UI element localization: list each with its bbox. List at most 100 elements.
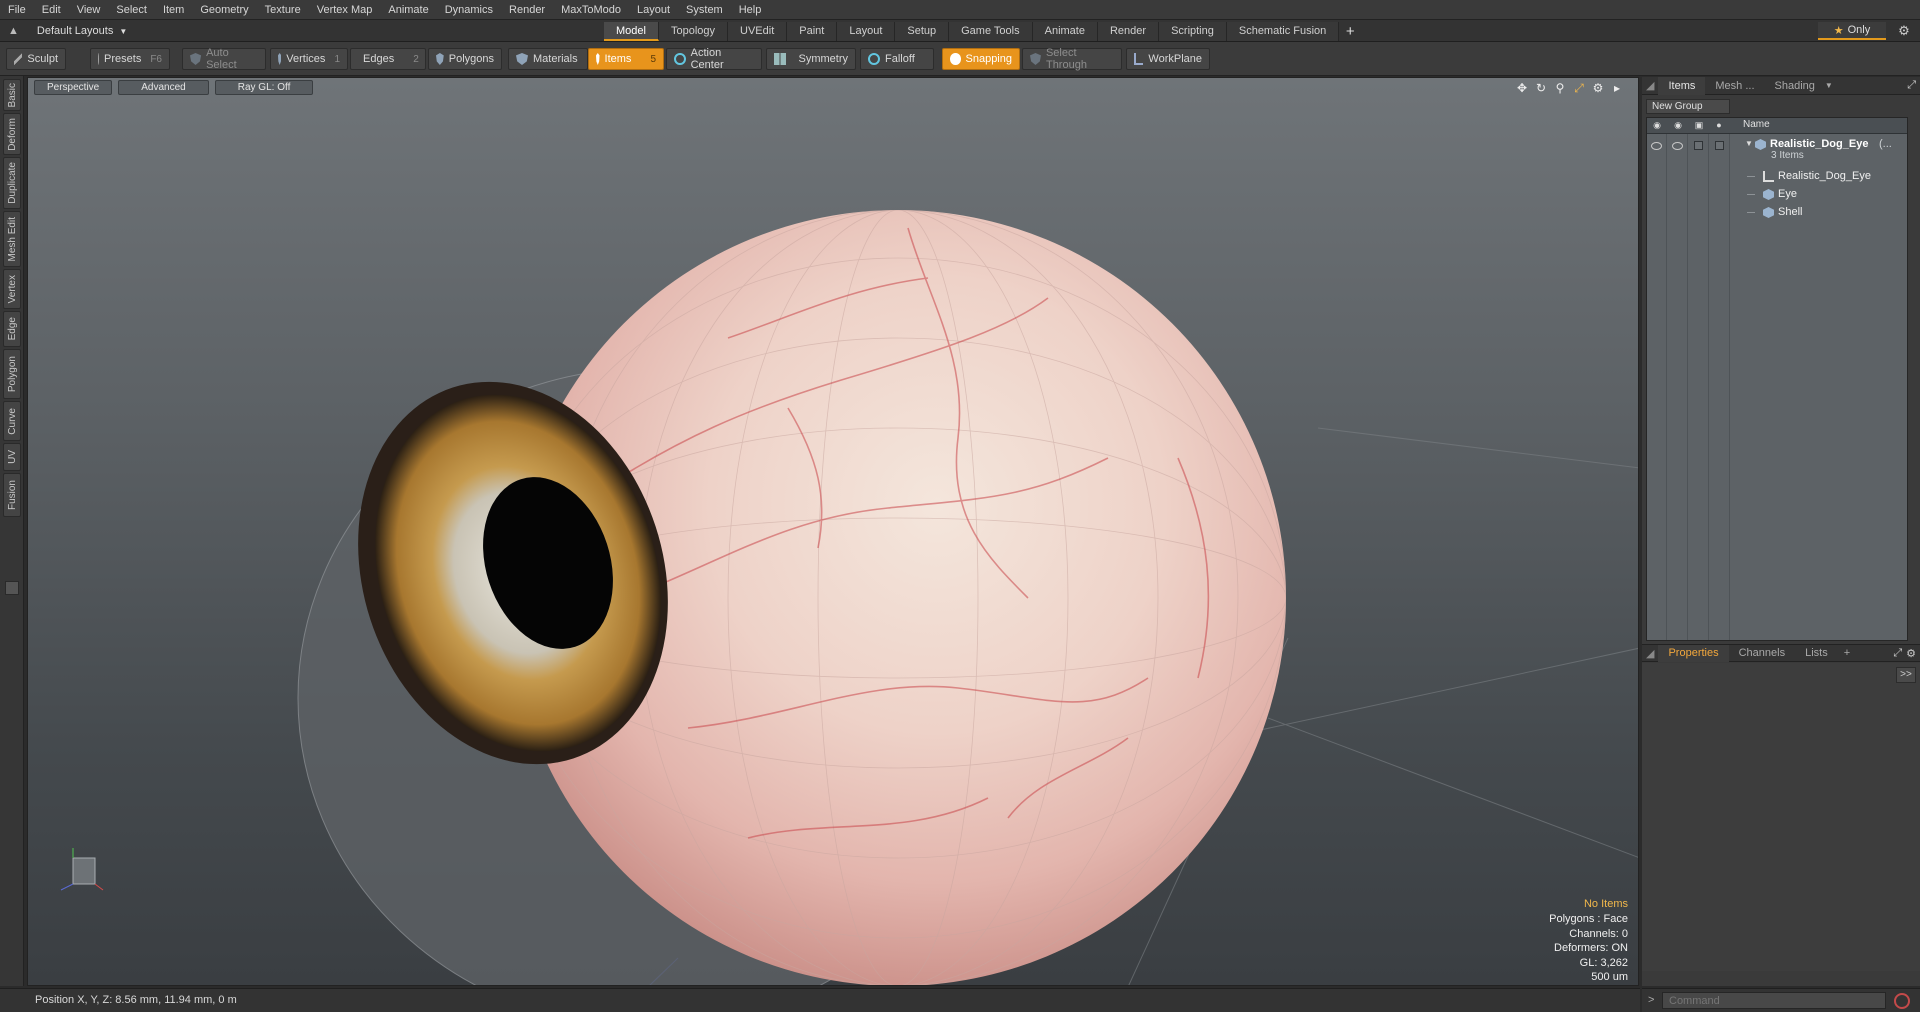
tab-lists[interactable]: Lists [1795,645,1838,662]
tab-uvedit[interactable]: UVEdit [728,22,788,41]
lock-checkbox[interactable] [1694,141,1703,150]
move-view-icon[interactable]: ✥ [1515,81,1529,95]
tab-paint[interactable]: Paint [787,22,838,41]
select-checkbox[interactable] [1715,141,1724,150]
view-mode-button[interactable]: Perspective [34,80,113,95]
visibility-column-icon[interactable]: ◉ [1651,120,1663,131]
select-through-button[interactable]: Select Through [1022,47,1122,71]
left-tab-mesh-edit[interactable]: Mesh Edit [3,211,21,267]
left-tab-duplicate[interactable]: Duplicate [3,157,21,209]
tab-game-tools[interactable]: Game Tools [949,22,1033,41]
presets-button[interactable]: Presets F6 [90,48,170,70]
auto-select-icon [190,53,202,65]
menu-edit[interactable]: Edit [34,0,69,20]
menu-render[interactable]: Render [501,0,553,20]
collapse-icon[interactable]: ◢ [1642,79,1658,92]
raygl-button[interactable]: Ray GL: Off [214,80,314,95]
record-macro-icon[interactable] [1894,993,1910,1009]
polygons-button[interactable]: Polygons [428,48,502,70]
left-tab-deform[interactable]: Deform [3,113,21,155]
tab-shading[interactable]: Shading [1765,77,1825,95]
menu-animate[interactable]: Animate [380,0,436,20]
symmetry-button[interactable]: Symmetry [766,48,856,70]
left-tab-edge[interactable]: Edge [3,311,21,347]
lock-column-icon[interactable]: ▣ [1693,120,1705,131]
fit-view-icon[interactable]: ⤢ [1572,81,1586,95]
item-row-group[interactable]: ▼ Realistic_Dog_Eye (... 3 Items [1647,136,1907,166]
snapping-button[interactable]: Snapping [942,48,1020,70]
expand-panel-icon[interactable]: ⤢ [1907,79,1920,92]
menu-file[interactable]: File [0,0,34,20]
tab-items[interactable]: Items [1658,76,1706,95]
items-button[interactable]: Items 5 [588,48,664,70]
menu-system[interactable]: System [678,0,731,20]
menu-view[interactable]: View [69,0,109,20]
tab-channels[interactable]: Channels [1729,645,1795,662]
left-tab-uv[interactable]: UV [3,443,21,471]
tab-topology[interactable]: Topology [658,22,729,41]
item-list-scrollbar[interactable] [1910,117,1918,641]
menu-select[interactable]: Select [108,0,155,20]
render-column-icon[interactable]: ◉ [1672,120,1684,131]
layout-dropdown[interactable]: ▲ Default Layouts ▼ [8,22,127,40]
menu-vertex-map[interactable]: Vertex Map [309,0,381,20]
menu-dynamics[interactable]: Dynamics [437,0,501,20]
viewport-settings-icon[interactable]: ⚙ [1591,81,1605,95]
collapse-icon[interactable]: ◢ [1642,647,1658,660]
add-tab-button[interactable]: + [1838,647,1856,659]
expand-properties-button[interactable]: >> [1896,667,1916,683]
auto-select-button[interactable]: Auto Select [182,47,266,71]
menu-item[interactable]: Item [155,0,192,20]
tab-mesh[interactable]: Mesh ... [1705,77,1764,95]
tab-animate[interactable]: Animate [1032,22,1098,41]
left-tab-vertex[interactable]: Vertex [3,269,21,309]
select-column-icon[interactable]: ● [1713,120,1725,131]
viewport-menu-icon[interactable]: ▸ [1610,81,1624,95]
gear-icon[interactable]: ⚙ [1902,647,1920,660]
new-group-button[interactable]: New Group [1646,99,1730,114]
tab-render[interactable]: Render [1097,22,1160,41]
gear-icon[interactable]: ⚙ [1894,22,1914,40]
collapse-icon[interactable]: ▲ [8,25,19,37]
command-input[interactable] [1662,992,1886,1009]
shading-mode-button[interactable]: Advanced [118,80,209,95]
add-tab-button[interactable]: + [1339,22,1361,41]
panel-toggle-button[interactable] [5,581,19,595]
item-row-locator[interactable]: Realistic_Dog_Eye [1647,168,1907,185]
workplane-button[interactable]: WorkPlane [1126,48,1210,70]
vertices-button[interactable]: Vertices 1 [270,48,348,70]
tab-properties[interactable]: Properties [1658,644,1729,662]
name-column-header[interactable]: Name [1743,119,1770,130]
tab-model[interactable]: Model [604,22,659,41]
edges-button[interactable]: Edges 2 [350,48,426,70]
item-row-shell[interactable]: Shell [1647,204,1907,221]
sculpt-button[interactable]: Sculpt [6,48,66,70]
expand-arrow-icon[interactable]: ▼ [1745,139,1753,148]
menu-maxtomodo[interactable]: MaxToModo [553,0,629,20]
menu-layout[interactable]: Layout [629,0,678,20]
only-toggle[interactable]: ★ Only [1818,22,1886,40]
falloff-button[interactable]: Falloff [860,48,934,70]
left-tab-fusion[interactable]: Fusion [3,473,21,517]
render-eye-icon[interactable] [1672,142,1683,150]
materials-button[interactable]: Materials [508,48,588,70]
menu-geometry[interactable]: Geometry [192,0,256,20]
menu-help[interactable]: Help [731,0,770,20]
chevron-down-icon[interactable]: ▼ [1825,81,1833,90]
3d-viewport[interactable]: Perspective Advanced Ray GL: Off ✥ ↻ ⚲ ⤢… [27,77,1639,986]
tab-schematic-fusion[interactable]: Schematic Fusion [1226,22,1340,41]
menu-texture[interactable]: Texture [257,0,309,20]
tab-setup[interactable]: Setup [895,22,950,41]
left-tab-basic[interactable]: Basic [3,79,21,111]
tab-layout[interactable]: Layout [837,22,896,41]
mesh-eye-name: Eye [1778,188,1797,200]
rotate-view-icon[interactable]: ↻ [1534,81,1548,95]
tab-scripting[interactable]: Scripting [1159,22,1227,41]
expand-panel-icon[interactable]: ⤢ [1893,647,1902,660]
left-tab-curve[interactable]: Curve [3,401,21,441]
zoom-view-icon[interactable]: ⚲ [1553,81,1567,95]
visibility-eye-icon[interactable] [1651,142,1662,150]
item-row-eye[interactable]: Eye [1647,186,1907,203]
action-center-button[interactable]: Action Center [666,47,762,71]
left-tab-polygon[interactable]: Polygon [3,349,21,399]
